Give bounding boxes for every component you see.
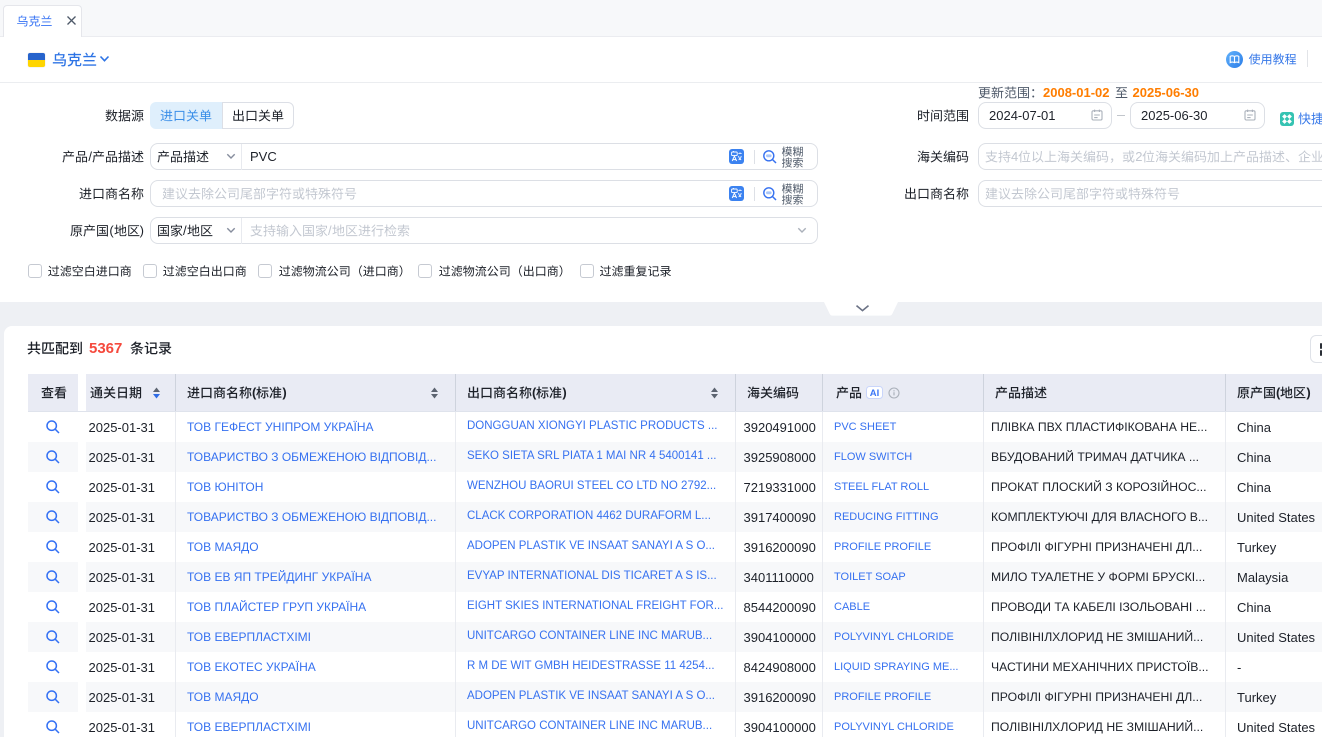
svg-text:AI: AI xyxy=(870,388,880,399)
